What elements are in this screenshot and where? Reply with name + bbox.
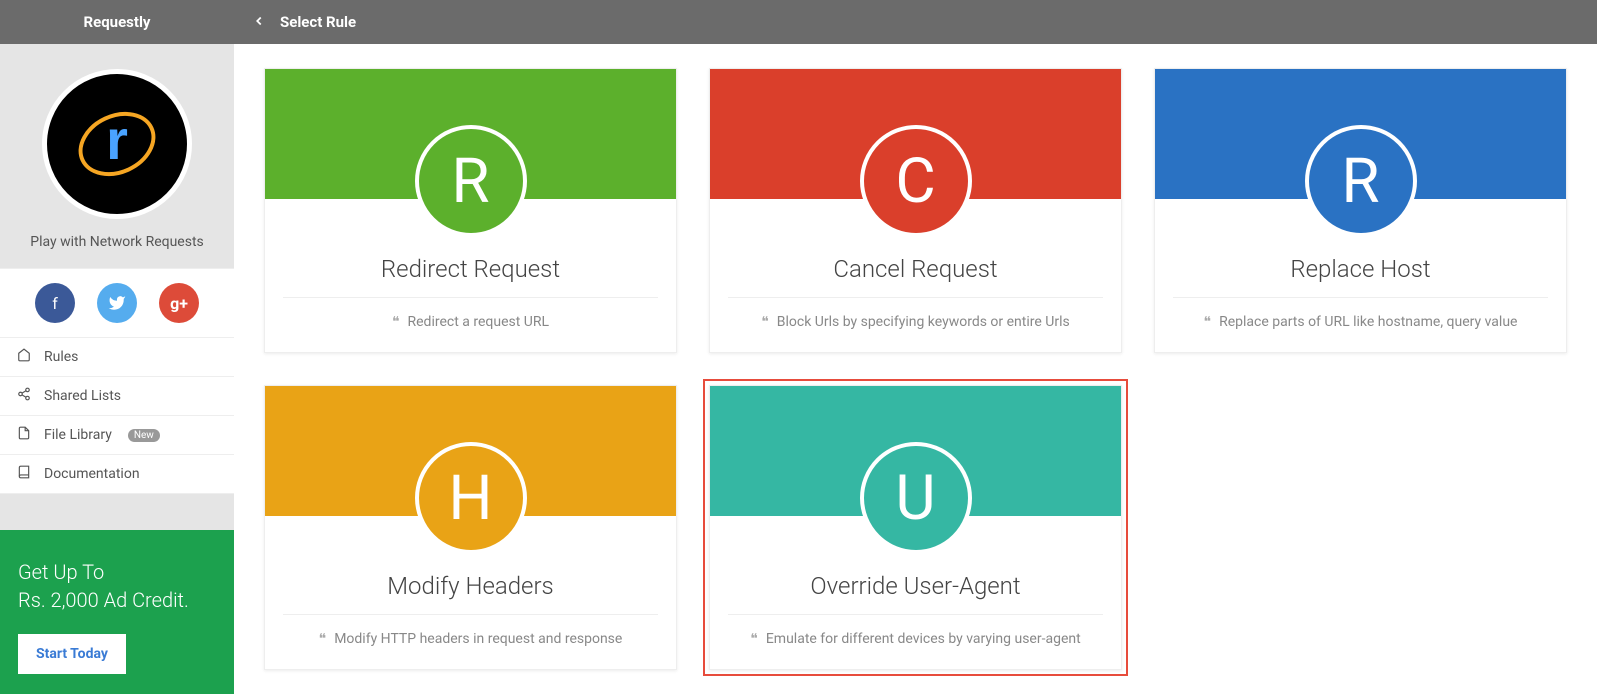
topbar: Select Rule (234, 0, 1597, 44)
card-description: ❝Block Urls by specifying keywords or en… (728, 298, 1103, 330)
file-icon (16, 426, 32, 444)
googleplus-button[interactable]: g+ (159, 283, 199, 323)
card-title: Cancel Request (728, 255, 1103, 298)
new-badge: New (128, 429, 160, 442)
card-letter: R (415, 125, 527, 237)
rule-card-override-user-agent[interactable]: U Override User-Agent❝Emulate for differe… (709, 385, 1122, 670)
sidebar-nav: Rules Shared Lists File Library New Doc (0, 338, 234, 494)
card-letter: U (860, 442, 972, 554)
nav-label: Documentation (44, 466, 140, 482)
rule-card-modify-headers[interactable]: H Modify Headers❝Modify HTTP headers in r… (264, 385, 677, 670)
quote-icon: ❝ (750, 631, 758, 647)
promo-cta-button[interactable]: Start Today (18, 634, 126, 674)
card-description: ❝Replace parts of URL like hostname, que… (1173, 298, 1548, 330)
rule-card-replace-host[interactable]: R Replace Host❝Replace parts of URL like … (1154, 68, 1567, 353)
quote-icon: ❝ (761, 314, 769, 330)
sidebar: Requestly r Play with Network Requests f… (0, 0, 234, 694)
rule-cards-grid: R Redirect Request❝Redirect a request URL… (234, 44, 1597, 694)
nav-item-rules[interactable]: Rules (0, 338, 234, 377)
tagline: Play with Network Requests (30, 234, 204, 250)
card-letter: H (415, 442, 527, 554)
main-area: Select Rule R Redirect Request❝Redirect a… (234, 0, 1597, 694)
rule-card-redirect-request[interactable]: R Redirect Request❝Redirect a request URL (264, 68, 677, 353)
card-header: H (265, 386, 676, 516)
back-button[interactable] (252, 13, 266, 32)
card-description: ❝Redirect a request URL (283, 298, 658, 330)
card-letter: R (1305, 125, 1417, 237)
quote-icon: ❝ (1204, 314, 1212, 330)
card-title: Modify Headers (283, 572, 658, 615)
twitter-button[interactable] (97, 283, 137, 323)
promo-line2: Rs. 2,000 Ad Credit. (18, 588, 216, 612)
share-icon (16, 387, 32, 405)
facebook-button[interactable]: f (35, 283, 75, 323)
card-title: Override User-Agent (728, 572, 1103, 615)
card-description: ❝Modify HTTP headers in request and resp… (283, 615, 658, 647)
page-title: Select Rule (280, 13, 356, 31)
app-logo: r (42, 69, 192, 219)
nav-item-documentation[interactable]: Documentation (0, 455, 234, 494)
card-header: C (710, 69, 1121, 199)
svg-text:r: r (106, 108, 128, 171)
quote-icon: ❝ (392, 314, 400, 330)
quote-icon: ❝ (319, 631, 327, 647)
home-icon (16, 348, 32, 366)
card-letter: C (860, 125, 972, 237)
nav-label: File Library (44, 427, 112, 443)
card-header: R (1155, 69, 1566, 199)
nav-label: Rules (44, 349, 78, 365)
facebook-icon: f (52, 294, 58, 313)
card-title: Redirect Request (283, 255, 658, 298)
rule-card-cancel-request[interactable]: C Cancel Request❝Block Urls by specifying… (709, 68, 1122, 353)
book-icon (16, 465, 32, 483)
app-name: Requestly (0, 0, 234, 44)
card-title: Replace Host (1173, 255, 1548, 298)
chevron-left-icon (252, 14, 266, 28)
sidebar-profile: r Play with Network Requests (0, 44, 234, 268)
card-header: U (710, 386, 1121, 516)
nav-item-file-library[interactable]: File Library New (0, 416, 234, 455)
nav-item-shared-lists[interactable]: Shared Lists (0, 377, 234, 416)
googleplus-icon: g+ (170, 294, 188, 313)
promo-banner: Get Up To Rs. 2,000 Ad Credit. Start Tod… (0, 530, 234, 694)
nav-label: Shared Lists (44, 388, 121, 404)
card-description: ❝Emulate for different devices by varyin… (728, 615, 1103, 647)
twitter-icon (108, 294, 126, 312)
promo-line1: Get Up To (18, 560, 216, 584)
card-header: R (265, 69, 676, 199)
social-buttons: f g+ (0, 268, 234, 338)
